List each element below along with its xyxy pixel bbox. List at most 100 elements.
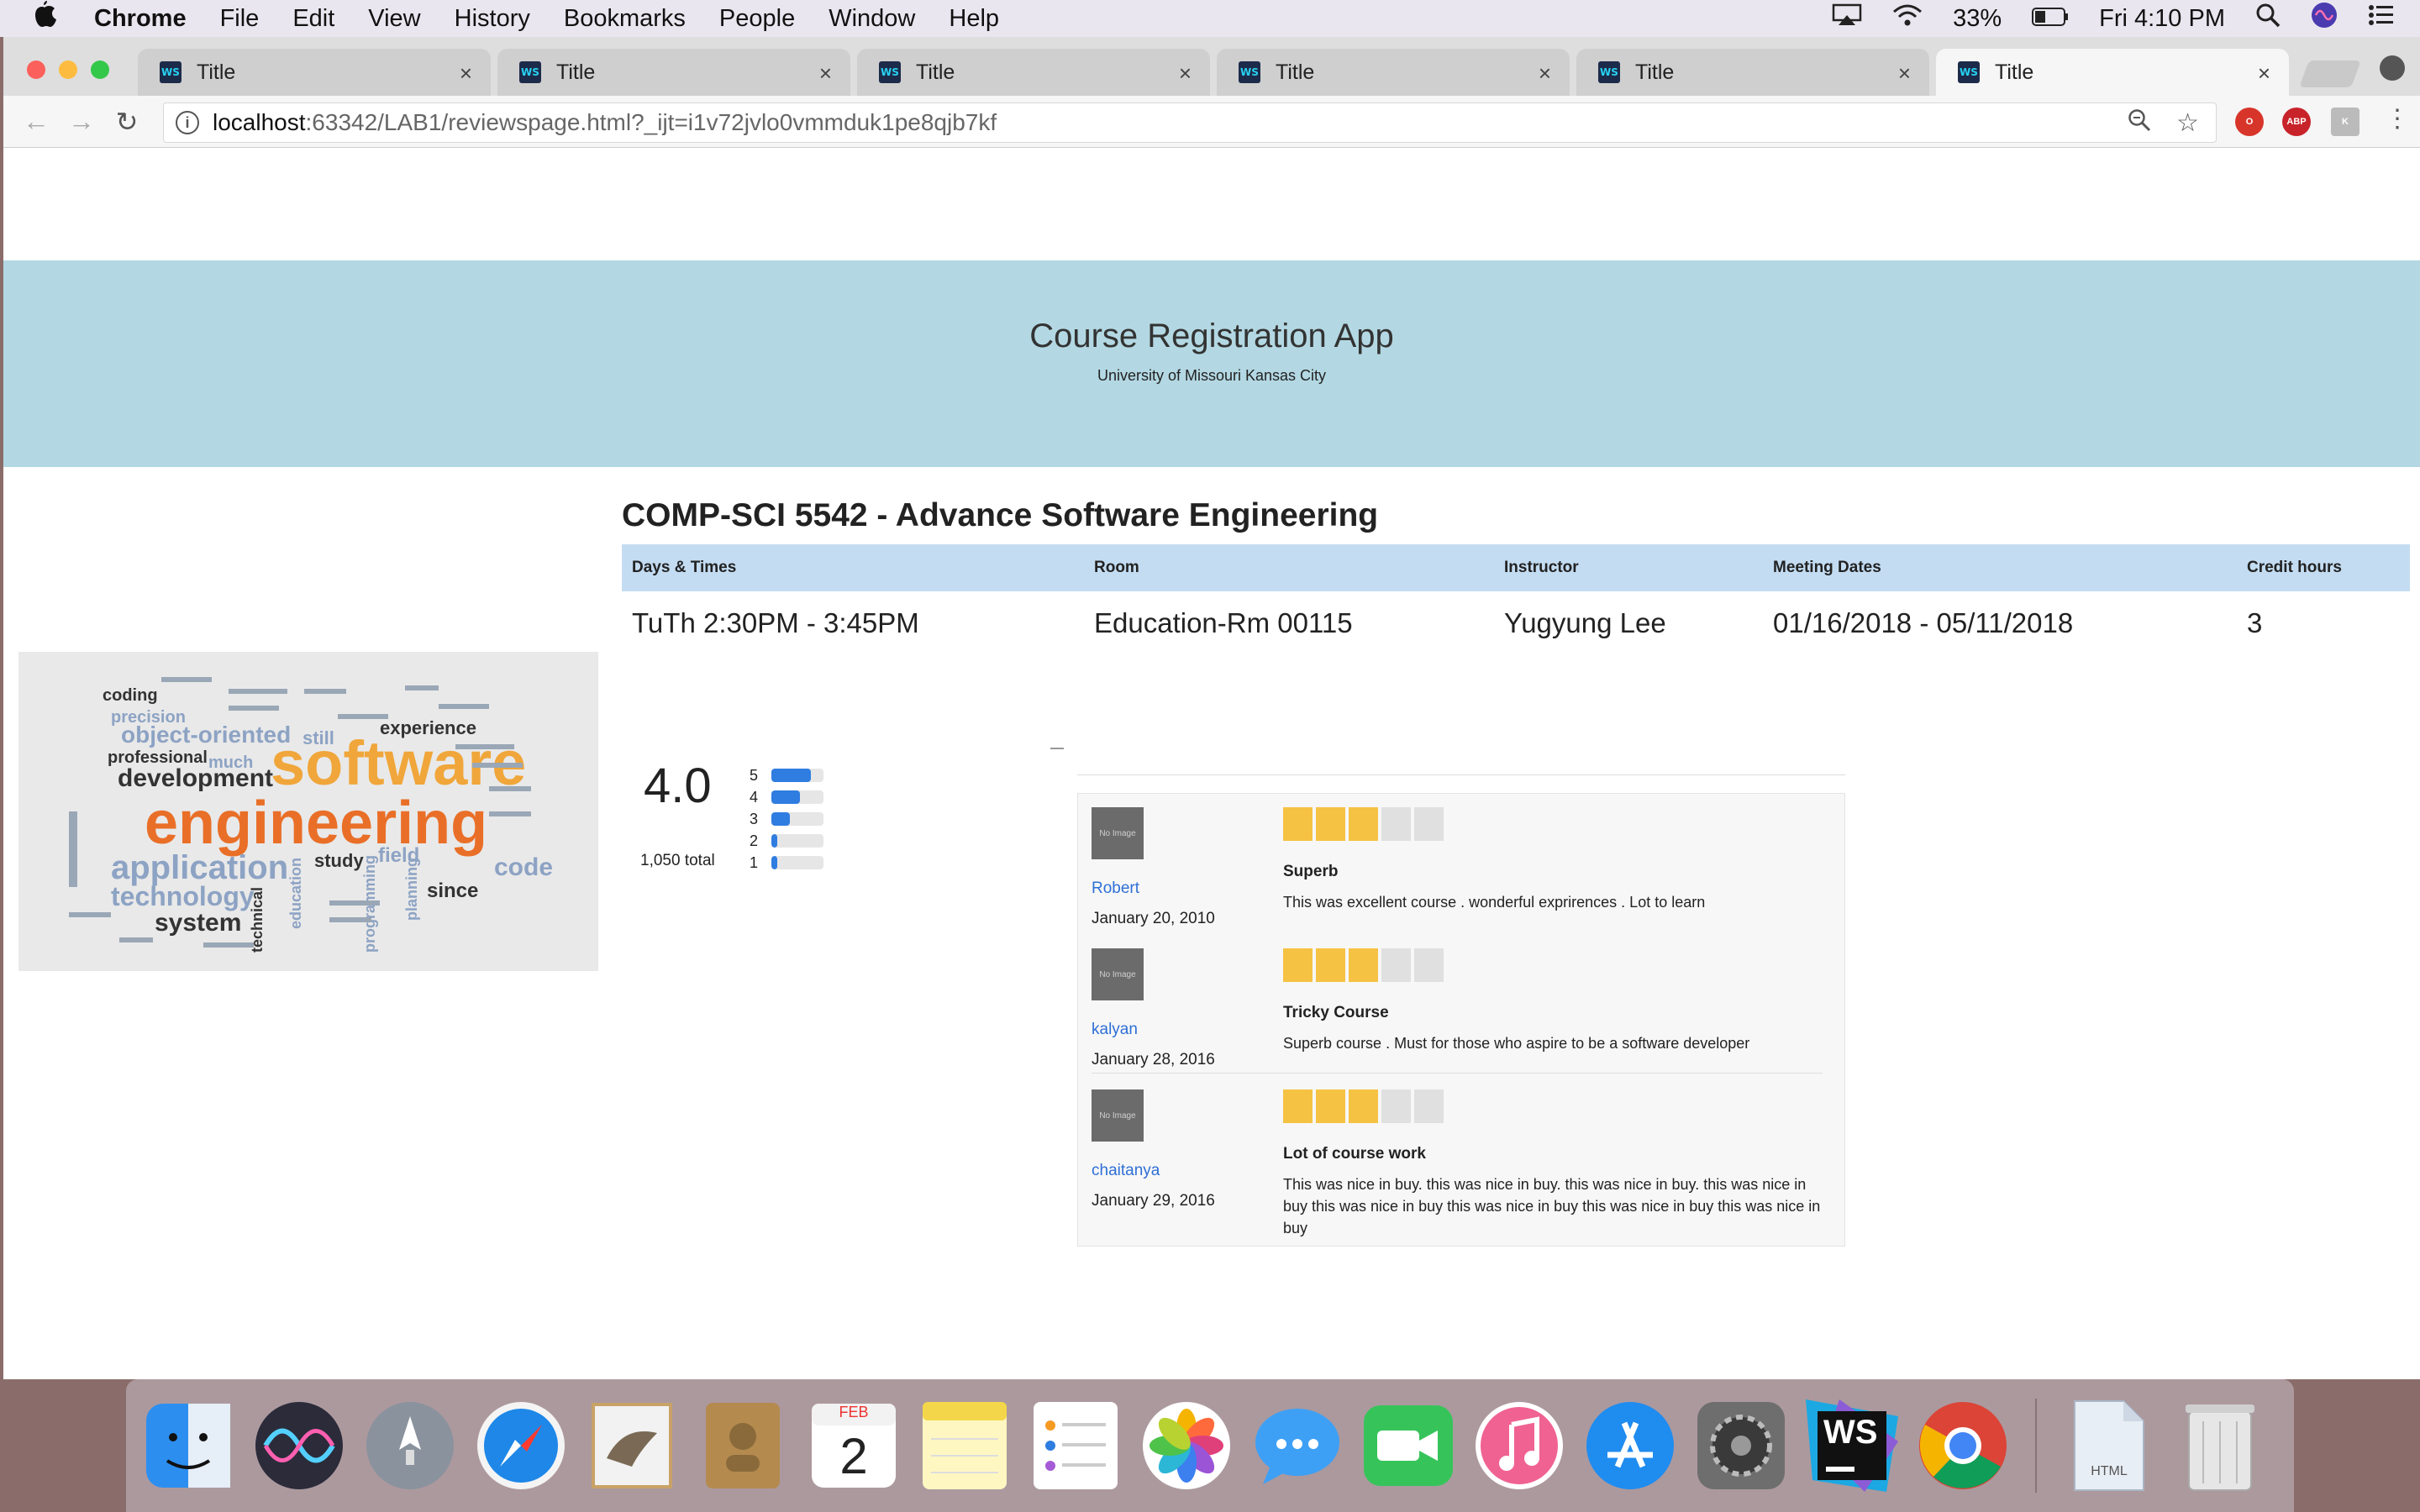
cloud-word: experience: [380, 717, 476, 738]
mail-icon[interactable]: [585, 1399, 679, 1493]
chrome-icon[interactable]: [1916, 1399, 2010, 1493]
browser-tab-active[interactable]: WS Title ×: [1936, 49, 2289, 96]
review-headline: Lot of course work: [1283, 1145, 1426, 1163]
reviewer-name-link[interactable]: chaitanya: [1092, 1162, 1160, 1180]
apple-menu-icon[interactable]: [32, 0, 66, 37]
browser-tab[interactable]: WS Title ×: [1217, 49, 1570, 96]
browser-tab[interactable]: WS Title ×: [1576, 49, 1929, 96]
menu-help[interactable]: Help: [949, 5, 999, 33]
notes-icon[interactable]: [918, 1399, 1012, 1493]
menu-app-chrome[interactable]: Chrome: [94, 5, 187, 33]
tab-close-icon[interactable]: ×: [1539, 60, 1551, 87]
webstorm-label: WS: [1823, 1414, 1878, 1451]
zoom-icon[interactable]: [2128, 108, 2151, 139]
tab-close-icon[interactable]: ×: [819, 60, 832, 87]
zoom-window-button[interactable]: [91, 60, 109, 79]
trash-icon[interactable]: [2173, 1399, 2267, 1493]
browser-tab[interactable]: WS Title ×: [497, 49, 850, 96]
reviewer-name-link[interactable]: Robert: [1092, 879, 1139, 898]
contacts-icon[interactable]: [696, 1399, 790, 1493]
menu-window[interactable]: Window: [829, 5, 915, 33]
meeting-dates-cell: 01/16/2018 - 05/11/2018: [1773, 607, 2074, 638]
back-arrow-icon[interactable]: ←: [13, 106, 59, 137]
star-icon: [1283, 807, 1313, 841]
schedule-table: Days & Times Room Instructor Meeting Dat…: [622, 544, 2410, 655]
star-icon: [1316, 807, 1345, 841]
site-info-icon[interactable]: i: [176, 111, 199, 134]
facetime-icon[interactable]: [1361, 1399, 1455, 1493]
menu-view[interactable]: View: [368, 5, 420, 33]
menu-edit[interactable]: Edit: [292, 5, 334, 33]
rating-total: 1,050 total: [640, 852, 715, 869]
tab-title: Title: [1276, 60, 1315, 84]
app-store-icon[interactable]: [1583, 1399, 1677, 1493]
rating-bar-fill: [771, 834, 778, 848]
webstorm-icon[interactable]: WS: [1805, 1399, 1899, 1493]
url-host: localhost: [213, 109, 306, 135]
room-cell: Education-Rm 00115: [1094, 607, 1353, 638]
star-icon: [1316, 1089, 1345, 1123]
launchpad-icon[interactable]: [363, 1399, 457, 1493]
tab-close-icon[interactable]: ×: [2258, 60, 2270, 87]
rating-bar-track: [771, 856, 823, 869]
review-body: This was nice in buy. this was nice in b…: [1283, 1176, 1821, 1236]
html-file-icon[interactable]: HTML: [2062, 1399, 2156, 1493]
adblock-plus-icon[interactable]: ABP: [2282, 108, 2311, 136]
reload-icon[interactable]: ↻: [104, 106, 150, 138]
course-title: COMP-SCI 5542 - Advance Software Enginee…: [622, 497, 1379, 533]
cloud-word: engineering: [145, 790, 487, 857]
instructor-cell: Yugyung Lee: [1504, 607, 1666, 638]
browser-tab[interactable]: WS Title ×: [138, 49, 491, 96]
calendar-icon[interactable]: FEB 2: [807, 1399, 901, 1493]
review-headline: Superb: [1283, 863, 1339, 880]
chrome-menu-icon[interactable]: ⋮: [2385, 104, 2410, 134]
cloud-word: coding: [103, 686, 158, 705]
minimize-window-button[interactable]: [59, 60, 77, 79]
reviews-panel: No Image Robert January 20, 2010 Superb …: [1077, 793, 1845, 1247]
reminders-icon[interactable]: [1028, 1399, 1123, 1493]
itunes-icon[interactable]: [1472, 1399, 1566, 1493]
rating-bar-fill: [771, 769, 811, 782]
macos-dock: FEB 2 WS HTML: [126, 1379, 2294, 1512]
menu-clock[interactable]: Fri 4:10 PM: [2099, 5, 2225, 33]
extension-icon[interactable]: K: [2331, 108, 2360, 136]
menu-people[interactable]: People: [719, 5, 795, 33]
profile-icon[interactable]: [2380, 55, 2405, 81]
spotlight-search-icon[interactable]: [2255, 3, 2281, 34]
siri-icon[interactable]: [252, 1399, 346, 1493]
days-times-cell: TuTh 2:30PM - 3:45PM: [632, 607, 919, 638]
cloud-word: education: [287, 858, 304, 929]
cloud-word: much: [208, 753, 253, 772]
tab-close-icon[interactable]: ×: [1179, 60, 1192, 87]
address-bar[interactable]: i localhost :63342/LAB1/reviewspage.html…: [163, 102, 2217, 143]
finder-icon[interactable]: [141, 1399, 235, 1493]
browser-tab[interactable]: WS Title ×: [857, 49, 1210, 96]
siri-menu-icon[interactable]: [2311, 2, 2338, 35]
wifi-icon[interactable]: [1892, 3, 1923, 34]
notification-center-icon[interactable]: [2368, 4, 2395, 33]
battery-icon[interactable]: [2032, 5, 2069, 33]
close-window-button[interactable]: [27, 60, 45, 79]
table-row: TuTh 2:30PM - 3:45PM Education-Rm 00115 …: [622, 591, 2410, 655]
photos-icon[interactable]: [1139, 1399, 1234, 1493]
tab-close-icon[interactable]: ×: [460, 60, 472, 87]
menu-file[interactable]: File: [220, 5, 260, 33]
menu-bookmarks[interactable]: Bookmarks: [564, 5, 686, 33]
menu-history[interactable]: History: [455, 5, 530, 33]
rating-bar-row: 1: [750, 852, 823, 874]
messages-icon[interactable]: [1250, 1399, 1344, 1493]
airplay-icon[interactable]: [1832, 3, 1862, 34]
tab-close-icon[interactable]: ×: [1898, 60, 1911, 87]
new-tab-button[interactable]: [2299, 60, 2361, 87]
system-preferences-icon[interactable]: [1694, 1399, 1788, 1493]
forward-arrow-icon[interactable]: →: [59, 106, 104, 137]
browser-toolbar: ← → ↻ i localhost :63342/LAB1/reviewspag…: [3, 96, 2420, 148]
opera-extension-icon[interactable]: O: [2235, 108, 2264, 136]
bookmark-star-icon[interactable]: ☆: [2176, 108, 2199, 139]
dock-separator: [2035, 1399, 2037, 1493]
cloud-word: precision: [111, 708, 186, 727]
reviewer-name-link[interactable]: kalyan: [1092, 1021, 1138, 1039]
divider: [1050, 748, 1064, 749]
rating-bar-track: [771, 790, 823, 804]
safari-icon[interactable]: [474, 1399, 568, 1493]
